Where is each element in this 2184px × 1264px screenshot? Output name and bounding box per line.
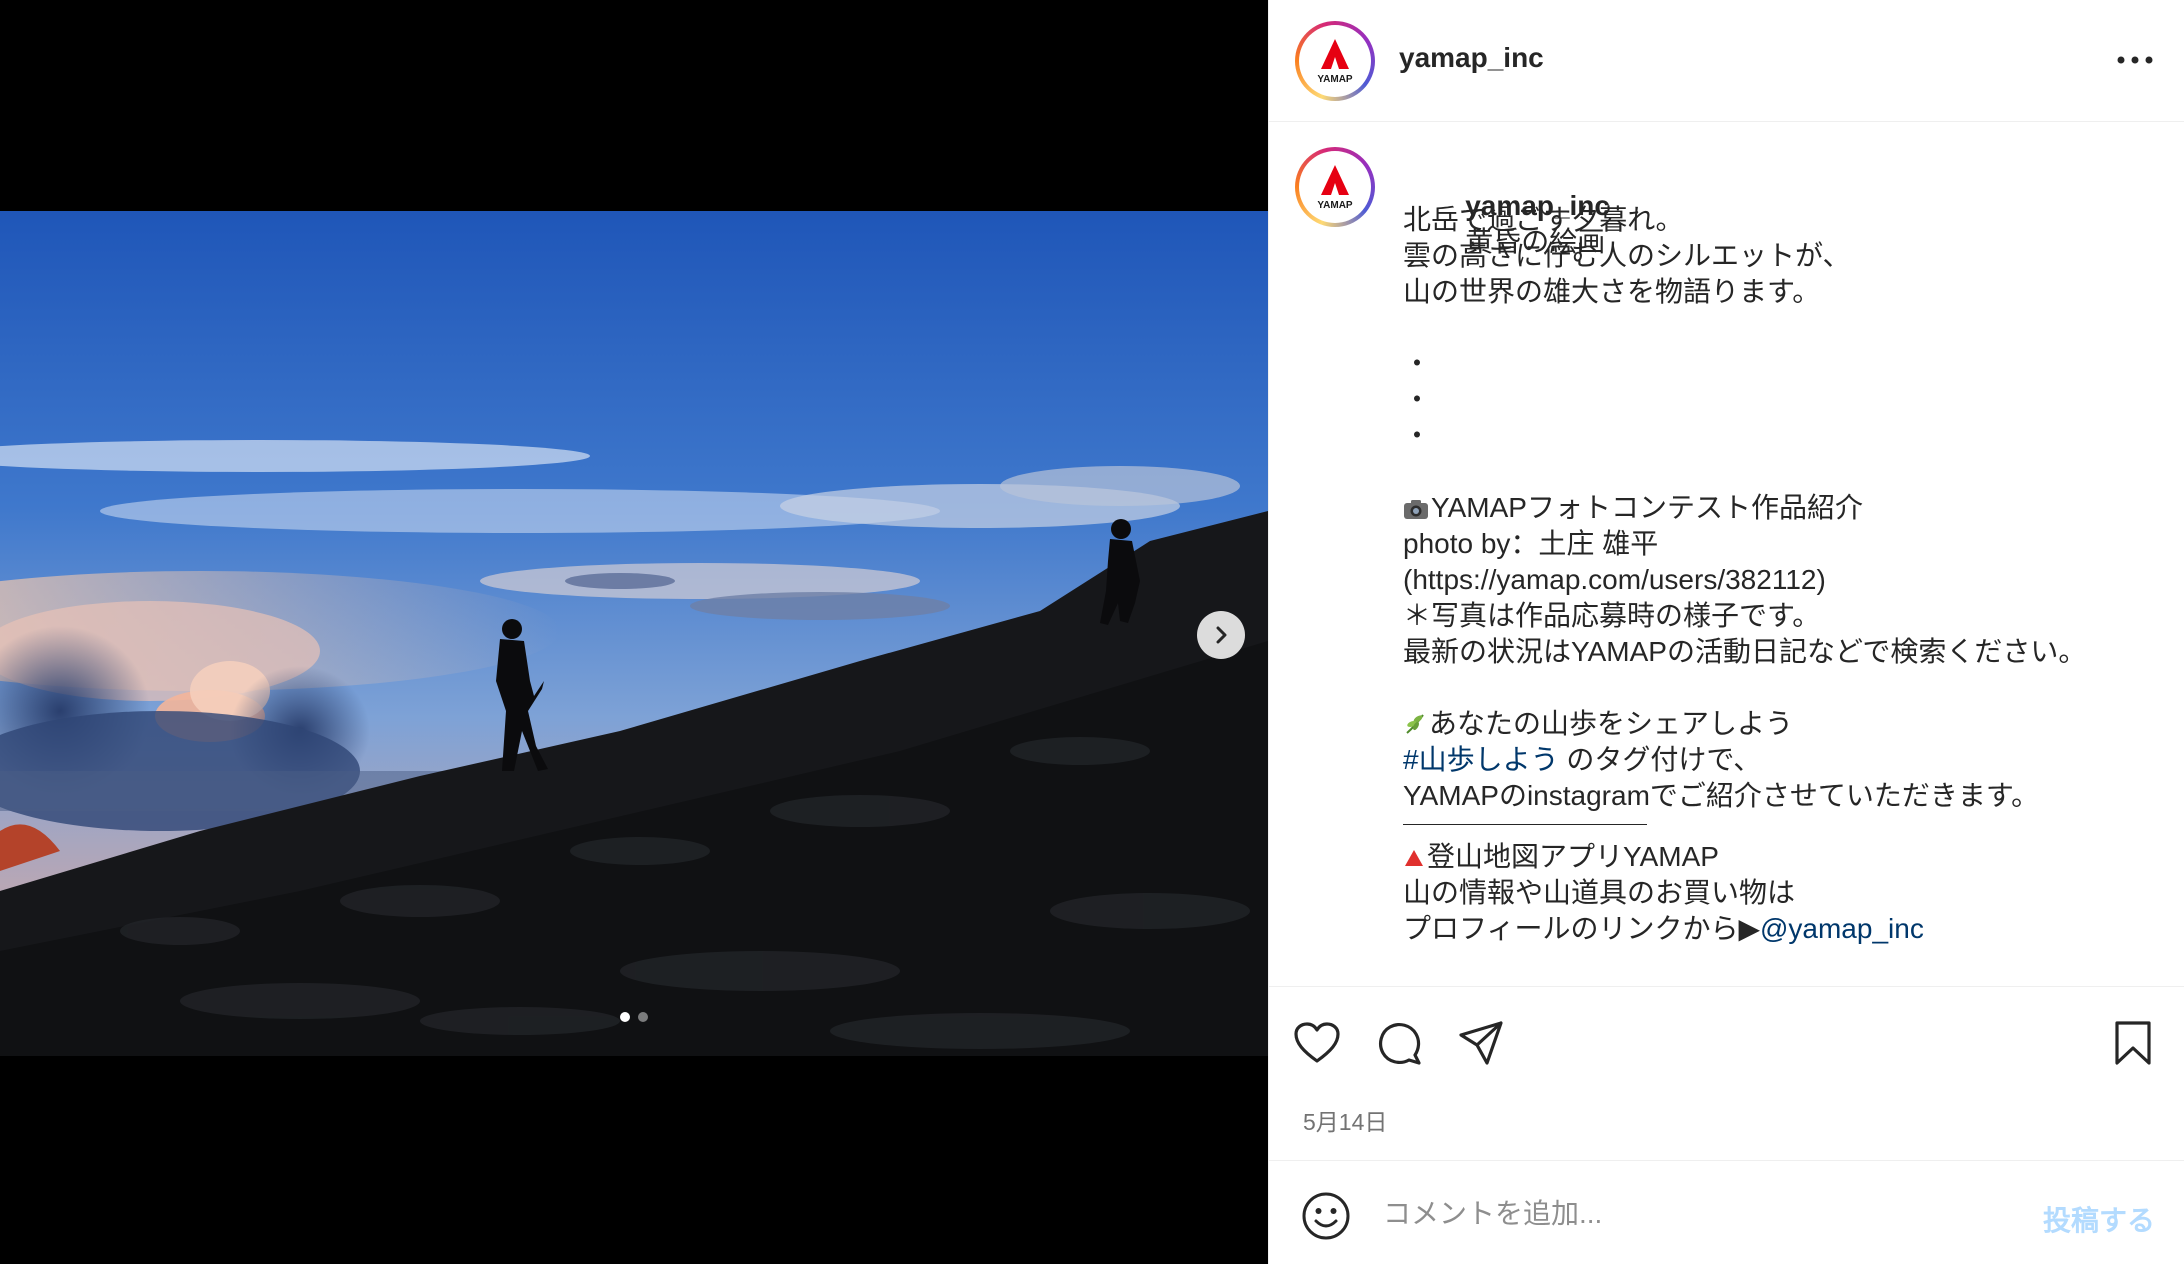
caption-text: ・: [1403, 420, 1432, 451]
caption-line: プロフィールのリンクから▶@yamap_inc: [1403, 911, 2143, 947]
caption-text: YAMAPのinstagramでご紹介させていただきます。: [1403, 780, 2040, 811]
caption-text: 山の世界の雄大さを物語ります。: [1403, 276, 1821, 307]
caption-line: (https://yamap.com/users/382112): [1403, 562, 2143, 598]
post-caption: yamap_inc 黄昏の絵画 北岳で過ごす夕暮れ。 雲の高さに佇む人のシルエット…: [1403, 152, 2143, 947]
chevron-right-icon: [1216, 626, 1227, 644]
caption-text: 北岳で過ごす夕暮れ。: [1403, 204, 1684, 235]
svg-text:YAMAP: YAMAP: [1317, 200, 1353, 211]
bookmark-icon: [2115, 1021, 2151, 1065]
post-media: [0, 0, 1268, 1264]
caption-text: (https://yamap.com/users/382112): [1403, 564, 1826, 595]
caption-line: ・: [1403, 418, 2143, 454]
caption-text: ・: [1403, 384, 1432, 415]
caption-line: ＊写真は作品応募時の様子です。: [1403, 598, 2143, 634]
caption-line: 北岳で過ごす夕暮れ。: [1403, 202, 2143, 238]
post-photo[interactable]: [0, 211, 1268, 1056]
comment-button[interactable]: [1373, 1017, 1425, 1069]
heart-icon: [1294, 1022, 1340, 1063]
caption-line: 登山地図アプリYAMAP: [1403, 839, 2143, 875]
caption-line: YAMAPフォトコンテスト作品紹介: [1403, 490, 2143, 526]
more-icon: [2117, 56, 2153, 64]
caption-text: プロフィールのリンクから▶: [1403, 913, 1760, 944]
caption-line: あなたの山歩をシェアしよう: [1403, 706, 2143, 742]
caption-text: ・: [1403, 348, 1432, 379]
caption-text: photo by：土庄 雄平: [1403, 528, 1659, 559]
caption-text: 登山地図アプリYAMAP: [1427, 841, 1719, 872]
caption-text: あなたの山歩をシェアしよう: [1429, 708, 1794, 739]
share-button[interactable]: [1455, 1017, 1507, 1069]
caption-line: [1403, 310, 2143, 346]
yamap-logo-icon: YAMAP: [1317, 165, 1353, 211]
hashtag-link[interactable]: #山歩しよう: [1403, 744, 1559, 775]
username-link[interactable]: yamap_inc: [1399, 42, 1544, 74]
carousel-dot: [638, 1012, 648, 1022]
emoji-icon: [1302, 1192, 1350, 1240]
caption-line: 山の情報や山道具のお買い物は: [1403, 875, 2143, 911]
carousel-next-button[interactable]: [1197, 611, 1245, 659]
caption-body: 北岳で過ごす夕暮れ。雲の高さに佇む人のシルエットが、 山の世界の雄大さを物語ります…: [1403, 202, 2143, 947]
caption-line: [1403, 454, 2143, 490]
post-comment-button[interactable]: 投稿する: [2043, 1199, 2155, 1239]
post-details-panel: YAMAP yamap_inc YAMAP yamap_inc 黄昏の絵画 北岳…: [1268, 0, 2184, 1264]
like-button[interactable]: [1291, 1017, 1343, 1069]
caption-line: #山歩しよう のタグ付けで、: [1403, 742, 2143, 778]
caption-line: ・: [1403, 382, 2143, 418]
carousel-indicator: [0, 1012, 1268, 1022]
herb-emoji-icon: [1403, 709, 1427, 745]
share-icon: [1459, 1021, 1503, 1065]
action-bar: [1269, 986, 2184, 1086]
mention-link[interactable]: @yamap_inc: [1760, 913, 1924, 944]
comment-bar: 投稿する: [1269, 1160, 2184, 1264]
caption-text: 山の情報や山道具のお買い物は: [1403, 877, 1796, 908]
caption-text: 雲の高さに佇む人のシルエットが、: [1403, 240, 1851, 271]
caption-area: YAMAP yamap_inc 黄昏の絵画 北岳で過ごす夕暮れ。 雲の高さに佇む人…: [1269, 122, 2184, 986]
caption-text: のタグ付けで、: [1558, 744, 1762, 775]
yamap-logo-icon: YAMAP: [1317, 39, 1353, 85]
caption-line: [1403, 670, 2143, 706]
emoji-button[interactable]: [1301, 1191, 1351, 1241]
comment-input[interactable]: [1381, 1187, 2005, 1241]
comment-icon: [1379, 1023, 1421, 1065]
caption-line: YAMAPのinstagramでご紹介させていただきます。: [1403, 778, 2143, 814]
caption-line: 最新の状況はYAMAPの活動日記などで検索ください。: [1403, 634, 2143, 670]
more-options-button[interactable]: [2115, 44, 2155, 76]
camera-emoji-icon: [1403, 493, 1429, 529]
caption-line: ・: [1403, 346, 2143, 382]
avatar[interactable]: YAMAP: [1295, 21, 1375, 101]
caption-separator: [1403, 824, 1647, 825]
caption-line: 雲の高さに佇む人のシルエットが、: [1403, 238, 2143, 274]
svg-text:YAMAP: YAMAP: [1317, 74, 1353, 85]
caption-text: YAMAPフォトコンテスト作品紹介: [1431, 492, 1863, 523]
post-header: YAMAP yamap_inc: [1269, 0, 2184, 122]
sunset-mountain-photo: [0, 211, 1268, 1056]
avatar[interactable]: YAMAP: [1295, 147, 1375, 227]
caption-line: 山の世界の雄大さを物語ります。: [1403, 274, 2143, 310]
caption-text: 最新の状況はYAMAPの活動日記などで検索ください。: [1403, 636, 2087, 667]
red-triangle-emoji-icon: [1403, 842, 1425, 878]
carousel-dot: [620, 1012, 630, 1022]
save-button[interactable]: [2107, 1017, 2159, 1069]
caption-line: photo by：土庄 雄平: [1403, 526, 2143, 562]
caption-text: ＊写真は作品応募時の様子です。: [1403, 600, 1821, 631]
post-date[interactable]: 5月14日: [1303, 1103, 1387, 1137]
